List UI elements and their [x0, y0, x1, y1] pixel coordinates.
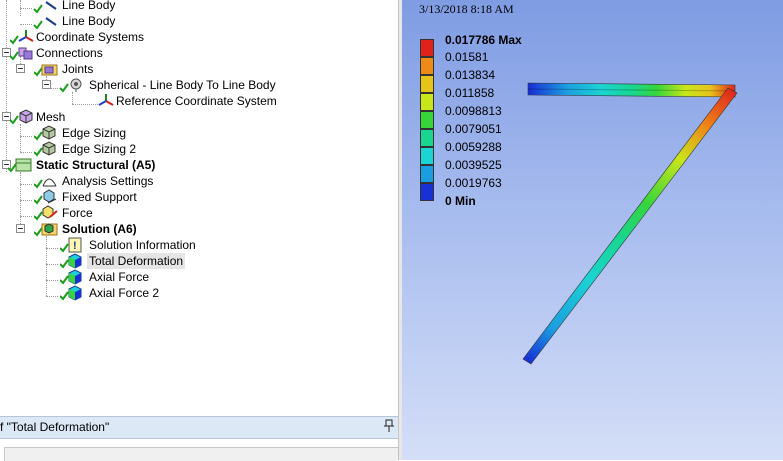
solution-icon [34, 223, 58, 237]
details-grid-row[interactable] [4, 447, 399, 461]
beam-top [527, 82, 736, 98]
legend-value: 0.0098813 [445, 104, 502, 118]
legend-value: 0.013834 [445, 68, 496, 82]
line-body-icon [33, 17, 57, 30]
tree-item-label: Coordinate Systems [36, 30, 145, 44]
legend-swatch [420, 147, 434, 165]
tree-item-static-structural[interactable]: Static Structural (A5) [0, 157, 398, 173]
tree-item-label: Edge Sizing [62, 126, 127, 140]
legend-min-label: 0 Min [445, 194, 476, 208]
axial-force-icon [60, 285, 82, 301]
force-icon [34, 205, 58, 221]
tree-item-solution[interactable]: Solution (A6) [0, 221, 398, 237]
tree-item-reference-coordinate-system[interactable]: Reference Coordinate System [0, 93, 398, 109]
tree-item-fixed-support[interactable]: Fixed Support [0, 189, 398, 205]
svg-text:!: ! [73, 240, 77, 252]
tree-item-label: Force [62, 206, 93, 220]
analysis-settings-icon [34, 178, 57, 189]
tree-item-edge-sizing[interactable]: Edge Sizing [0, 125, 398, 141]
details-panel-title: f "Total Deformation" [0, 420, 110, 434]
edge-sizing-icon [34, 125, 56, 141]
edge-sizing-icon [34, 141, 56, 157]
tree-item-label: Solution Information [89, 238, 196, 252]
beam-diagonal [522, 87, 738, 365]
tree-item-label: Edge Sizing 2 [62, 142, 137, 156]
tree-item-label: Line Body [62, 0, 116, 12]
legend-swatch [420, 57, 434, 75]
result-timestamp: 3/13/2018 8:18 AM [419, 2, 514, 16]
tree-item-label: Solution (A6) [62, 222, 137, 236]
tree-item-solution-information[interactable]: ! Solution Information [0, 237, 398, 253]
graphics-viewport[interactable]: 3/13/2018 8:18 AM 0.017786 Max 0.01581 0… [402, 0, 783, 460]
tree-item-spherical-joint[interactable]: Spherical - Line Body To Line Body [0, 77, 398, 93]
legend-swatch [420, 39, 434, 57]
joints-folder-icon [34, 64, 58, 77]
connections-icon [10, 47, 33, 61]
static-structural-icon [8, 158, 32, 173]
outline-tree[interactable]: Line Body Line Body Coordinate Systems C… [0, 0, 398, 416]
legend-value: 0.01581 [445, 50, 489, 64]
total-deformation-icon [60, 253, 82, 269]
legend-swatch [420, 75, 434, 93]
legend-swatch [420, 93, 434, 111]
details-panel-header: f "Total Deformation" [0, 416, 398, 439]
legend-value: 0.0039525 [445, 158, 502, 172]
legend-value: 0.0059288 [445, 140, 502, 154]
fixed-support-icon [34, 189, 57, 205]
tree-item-force[interactable]: Force [0, 205, 398, 221]
reference-coordinate-system-icon [98, 94, 114, 106]
mesh-icon [10, 109, 33, 125]
tree-item-total-deformation[interactable]: Total Deformation [0, 253, 398, 269]
legend-swatch [420, 129, 434, 147]
tree-item-connections[interactable]: Connections [0, 45, 398, 61]
tree-item-line-body[interactable]: Line Body [0, 0, 398, 14]
legend-value: 0.0019763 [445, 176, 502, 190]
legend-value: 0.011858 [445, 86, 495, 100]
legend-swatch [420, 183, 434, 201]
tree-item-label: Fixed Support [62, 190, 137, 204]
tree-item-label: Spherical - Line Body To Line Body [89, 78, 276, 92]
pin-icon[interactable] [384, 419, 394, 433]
line-body-icon [33, 1, 57, 14]
tree-item-analysis-settings[interactable]: Analysis Settings [0, 173, 398, 189]
coordinate-systems-icon [10, 30, 34, 45]
tree-item-label: Static Structural (A5) [36, 158, 156, 172]
tree-item-edge-sizing-2[interactable]: Edge Sizing 2 [0, 141, 398, 157]
spherical-joint-icon [59, 78, 82, 93]
details-panel-body [0, 439, 399, 461]
tree-item-coordinate-systems[interactable]: Coordinate Systems [0, 29, 398, 45]
solution-information-icon: ! [60, 237, 82, 253]
tree-item-joints[interactable]: Joints [0, 61, 398, 77]
legend-swatch [420, 111, 434, 129]
tree-item-mesh[interactable]: Mesh [0, 109, 398, 125]
tree-item-label: Mesh [36, 110, 66, 124]
legend-swatch [420, 165, 434, 183]
tree-item-label: Axial Force [89, 270, 150, 284]
tree-item-line-body-2[interactable]: Line Body [0, 13, 398, 30]
tree-item-label: Joints [62, 62, 94, 76]
legend-value: 0.0079051 [445, 122, 502, 136]
tree-item-label: Reference Coordinate System [116, 94, 277, 108]
tree-item-label: Total Deformation [87, 253, 186, 269]
tree-item-axial-force[interactable]: Axial Force [0, 269, 398, 285]
tree-item-label: Line Body [62, 14, 116, 28]
tree-item-axial-force-2[interactable]: Axial Force 2 [0, 285, 398, 301]
tree-item-label: Axial Force 2 [89, 286, 160, 300]
axial-force-icon [60, 269, 82, 285]
tree-item-label: Analysis Settings [62, 174, 154, 188]
legend-max-label: 0.017786 Max [445, 33, 522, 47]
tree-item-label: Connections [36, 46, 103, 60]
